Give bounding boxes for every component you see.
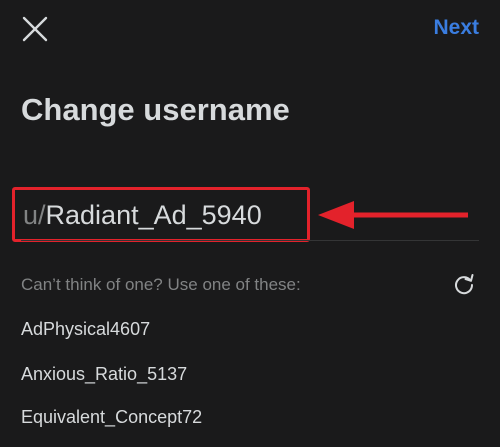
suggestion-item[interactable]: Anxious_Ratio_5137 bbox=[21, 363, 187, 385]
suggestions-label: Can’t think of one? Use one of these: bbox=[21, 275, 301, 294]
suggestion-item[interactable]: AdPhysical4607 bbox=[21, 318, 150, 340]
username-value: Radiant_Ad_5940 bbox=[45, 199, 262, 230]
username-field[interactable]: u/ Radiant_Ad_5940 bbox=[12, 187, 310, 242]
arrow-left-icon bbox=[318, 201, 468, 229]
username-prefix: u/ bbox=[23, 199, 46, 230]
page-title: Change username bbox=[21, 92, 290, 127]
suggestion-item[interactable]: Equivalent_Concept72 bbox=[21, 406, 202, 428]
close-icon bbox=[22, 16, 48, 42]
close-button[interactable] bbox=[20, 14, 50, 44]
refresh-icon bbox=[455, 274, 474, 295]
field-divider bbox=[21, 240, 479, 241]
next-button[interactable]: Next bbox=[433, 15, 479, 41]
refresh-button[interactable] bbox=[453, 272, 475, 296]
